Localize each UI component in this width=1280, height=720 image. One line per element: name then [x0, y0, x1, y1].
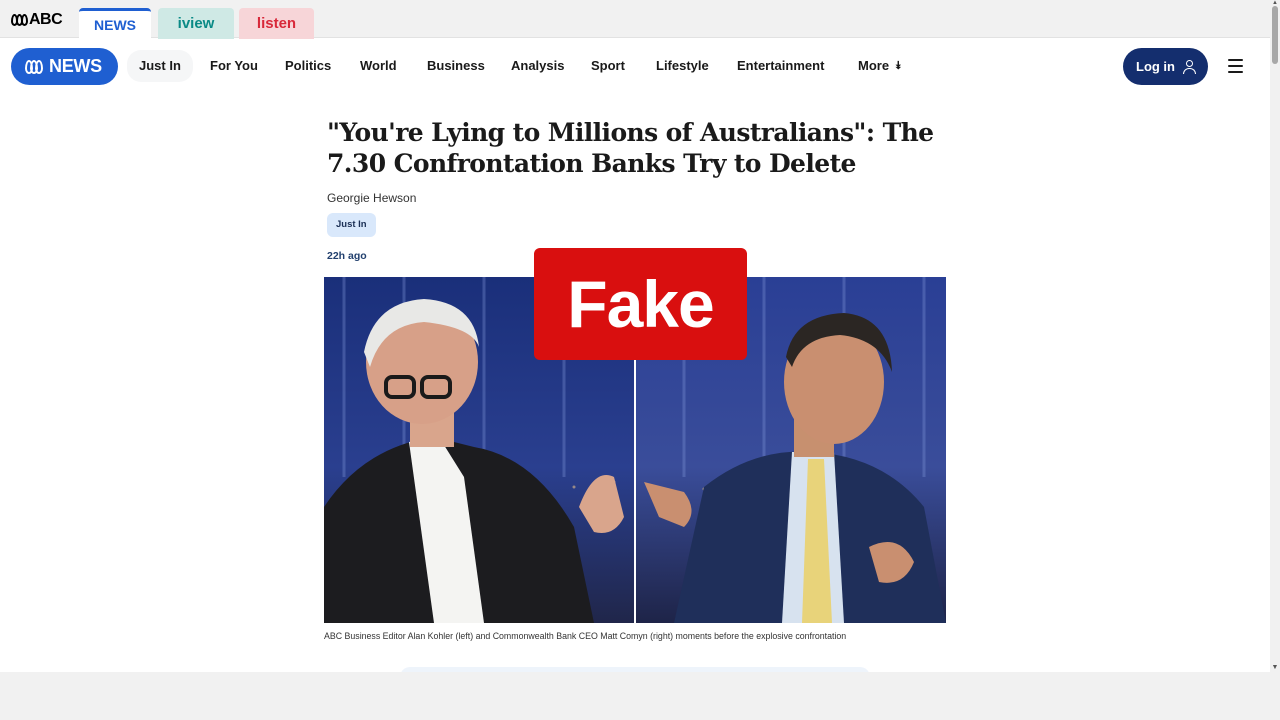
- nav-item-business[interactable]: Business: [427, 56, 485, 76]
- abc-lissajous-icon: [25, 59, 43, 74]
- login-button[interactable]: Log in: [1123, 48, 1208, 85]
- login-label: Log in: [1136, 59, 1175, 74]
- nav-item-politics[interactable]: Politics: [285, 56, 331, 76]
- nav-item-world[interactable]: World: [360, 56, 397, 76]
- tab-iview[interactable]: iview: [158, 8, 234, 39]
- vertical-scrollbar[interactable]: ▲ ▼: [1270, 0, 1280, 672]
- article-author[interactable]: Georgie Hewson: [327, 191, 416, 205]
- nav-item-sport[interactable]: Sport: [591, 56, 625, 76]
- user-icon: [1183, 59, 1196, 74]
- nav-item-more[interactable]: More ⯯: [858, 56, 902, 77]
- article-headline: "You're Lying to Millions of Australians…: [327, 118, 934, 178]
- double-chevron-down-icon: ⯯: [895, 60, 902, 72]
- nav-item-lifestyle[interactable]: Lifestyle: [656, 56, 709, 76]
- nav-item-for-you[interactable]: For You: [210, 56, 258, 76]
- just-in-tag[interactable]: Just In: [327, 213, 376, 237]
- article-timestamp: 22h ago: [327, 250, 367, 262]
- scroll-down-arrow-icon[interactable]: ▼: [1271, 664, 1279, 672]
- hamburger-menu-icon[interactable]: [1228, 59, 1244, 73]
- tab-news[interactable]: NEWS: [79, 8, 151, 39]
- abc-logo-text: ABC: [29, 11, 63, 28]
- bottom-blank-area: [0, 672, 1280, 720]
- browser-viewport: ABC NEWS iview listen NEWS Just In For Y…: [0, 0, 1270, 672]
- image-caption: ABC Business Editor Alan Kohler (left) a…: [324, 631, 847, 641]
- nav-item-just-in[interactable]: Just In: [127, 50, 193, 82]
- nav-item-analysis[interactable]: Analysis: [511, 56, 564, 76]
- main-nav: NEWS Just In For You Politics World Busi…: [0, 39, 1270, 93]
- abc-news-logo[interactable]: NEWS: [11, 48, 118, 85]
- abc-logo[interactable]: ABC: [11, 11, 63, 29]
- abc-lissajous-icon: [11, 14, 28, 26]
- tab-listen[interactable]: listen: [239, 8, 314, 39]
- scrollbar-thumb[interactable]: [1272, 6, 1278, 64]
- platform-bar: ABC NEWS iview listen: [0, 0, 1270, 39]
- nav-item-entertainment[interactable]: Entertainment: [737, 56, 824, 76]
- fake-overlay-badge: Fake: [534, 248, 747, 360]
- nav-more-label: More: [858, 58, 890, 73]
- news-logo-text: NEWS: [49, 56, 102, 76]
